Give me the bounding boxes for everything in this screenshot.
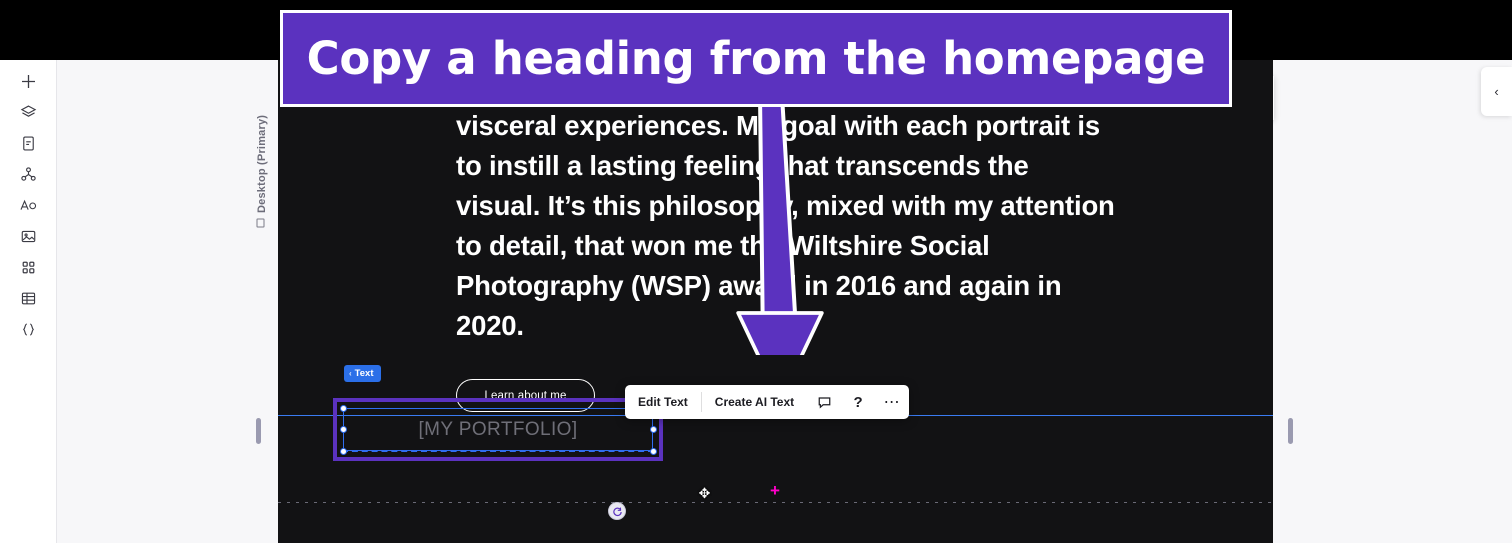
- resize-handle-bl[interactable]: [339, 447, 347, 455]
- create-ai-text-button[interactable]: Create AI Text: [702, 385, 807, 419]
- edit-text-button[interactable]: Edit Text: [625, 385, 701, 419]
- element-type-label: Text: [354, 368, 374, 379]
- annotation-banner: Copy a heading from the homepage: [280, 10, 1232, 107]
- crosshair-cursor-icon: +: [770, 481, 780, 500]
- apps-button[interactable]: [8, 252, 48, 283]
- left-toolbar: [0, 60, 57, 543]
- resize-handle-mr[interactable]: [649, 425, 657, 433]
- layers-icon: [20, 104, 37, 121]
- chevron-left-icon: ‹: [1494, 84, 1499, 99]
- more-icon: ⋯: [883, 394, 901, 411]
- selected-text-element[interactable]: [MY PORTFOLIO]: [343, 408, 653, 451]
- resize-handle-br[interactable]: [649, 447, 657, 455]
- collapse-panel-button[interactable]: ‹: [1481, 67, 1512, 116]
- site-structure-button[interactable]: [8, 159, 48, 190]
- code-braces-icon: [20, 321, 37, 338]
- plus-icon: [20, 73, 37, 90]
- pages-button[interactable]: [8, 128, 48, 159]
- annotation-banner-text: Copy a heading from the homepage: [306, 32, 1206, 85]
- alignment-guide: [278, 502, 1273, 503]
- canvas-resize-handle-left[interactable]: [256, 418, 261, 444]
- screenshot-root: Desktop (Primary) visceral experiences. …: [0, 0, 1512, 543]
- move-cursor: ✥: [698, 485, 711, 501]
- add-element-button[interactable]: [8, 66, 48, 97]
- annotation-arrow: [736, 95, 824, 355]
- text-ai-button[interactable]: [8, 190, 48, 221]
- more-options-button[interactable]: ⋯: [875, 385, 909, 419]
- layers-button[interactable]: [8, 97, 48, 128]
- comment-icon: [818, 396, 830, 409]
- content-manager-button[interactable]: [8, 283, 48, 314]
- right-panel-area: [1273, 60, 1512, 543]
- element-type-badge[interactable]: ‹ Text: [344, 365, 381, 382]
- rotate-icon: [612, 507, 622, 516]
- chevron-left-icon: ‹: [349, 369, 352, 378]
- monitor-icon: [256, 218, 265, 228]
- element-toolbar: Edit Text Create AI Text ? ⋯: [625, 385, 910, 419]
- help-icon: ?: [853, 393, 863, 411]
- page-icon: [20, 135, 37, 152]
- resize-handle-tl[interactable]: [339, 404, 347, 412]
- dev-mode-button[interactable]: [8, 314, 48, 345]
- device-label-text: Desktop (Primary): [256, 114, 268, 213]
- media-button[interactable]: [8, 221, 48, 252]
- help-button[interactable]: ?: [841, 385, 875, 419]
- table-icon: [20, 290, 37, 307]
- apps-grid-icon: [20, 259, 37, 276]
- site-structure-icon: [20, 166, 37, 183]
- device-label: Desktop (Primary): [256, 100, 274, 230]
- comment-button[interactable]: [807, 385, 841, 419]
- resize-handle-ml[interactable]: [339, 425, 347, 433]
- canvas-resize-handle-right[interactable]: [1288, 418, 1293, 444]
- rotate-handle[interactable]: [608, 502, 626, 520]
- image-icon: [20, 228, 37, 245]
- text-ai-icon: [19, 197, 37, 214]
